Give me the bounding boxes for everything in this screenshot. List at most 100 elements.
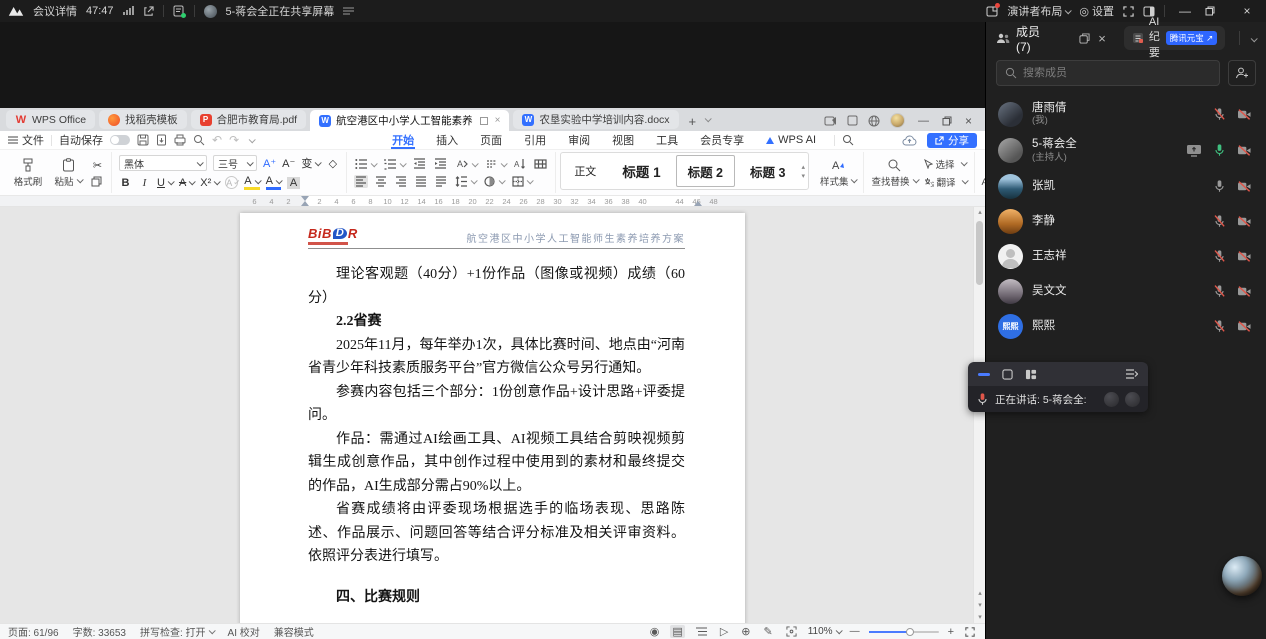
clear-format-button[interactable]: ◇ [326,157,339,170]
fullscreen-view-button[interactable] [963,626,977,637]
mic-idle-icon[interactable] [1213,179,1226,193]
open-external-icon[interactable] [143,5,154,17]
add-member-button[interactable] [1228,60,1256,86]
wps-document-tab-wps-office[interactable]: W WPS Office [6,110,96,129]
wps-document-tab-航空港区中小学人工智能素养[interactable]: W 航空港区中小学人工智能素养 × [310,110,510,131]
reaction-icon[interactable] [1104,391,1119,407]
export-pdf-button[interactable] [156,134,167,146]
style-gallery-item-标题-2[interactable]: 标题 2 [675,155,736,187]
right-indent-marker[interactable] [694,201,702,206]
document-canvas[interactable]: BiB D R 航空港区中小学人工智能师生素养培养方案 理论客观题（40分）+1… [0,207,985,623]
outline-view-button[interactable] [694,627,709,636]
char-scale-button[interactable]: A [454,157,480,171]
align-left-button[interactable] [354,175,369,188]
member-row[interactable]: 唐雨倩 (我) [986,96,1266,132]
mic-muted-icon[interactable] [1213,319,1226,333]
style-gallery-item-正文[interactable]: 正文 [561,153,609,189]
line-spacing-button[interactable] [454,175,479,188]
member-row[interactable]: 张凯 [986,169,1266,204]
print-preview-button[interactable] [193,134,205,146]
member-row[interactable]: 5-蒋会全 (主持人) [986,132,1266,168]
align-center-button[interactable] [374,175,388,188]
read-mode-button[interactable]: ▷ [718,625,730,638]
yuanbao-assistant-ball[interactable] [1222,556,1262,596]
select-button[interactable]: 选择 [923,157,968,171]
page-view-button[interactable]: ▤ [670,625,685,638]
format-painter-button[interactable]: 格式刷 [11,158,45,188]
ai-summary-tab[interactable]: AI纪要 腾讯元宝 ↗ [1123,16,1226,59]
align-right-button[interactable] [394,175,408,188]
fit-page-button[interactable] [784,626,799,637]
styles-gallery-scroll[interactable]: ▴ ▾ [798,153,808,189]
zoom-in-button[interactable]: + [948,626,954,638]
camera-off-icon[interactable] [1237,108,1252,121]
translate-button[interactable]: 文 翻译 [924,175,969,189]
ribbon-menu-tab-页面[interactable]: 页面 [469,131,513,149]
mic-muted-icon[interactable] [1213,284,1226,298]
font-format-button-superscript-button[interactable]: X² [200,177,222,189]
scroll-up-button[interactable]: ▴ [974,207,985,218]
shading-button[interactable] [483,175,507,188]
previous-page-button[interactable]: ▴ [974,588,985,599]
style-gallery-item-标题-1[interactable]: 标题 1 [609,153,673,189]
meeting-minimize-button[interactable]: — [1174,4,1196,18]
bullet-list-button[interactable] [354,157,379,171]
speaker-layout-button[interactable]: 演讲者布局 [1007,3,1073,19]
font-format-button-font-color-button[interactable]: A [265,175,283,190]
panel-menu-button[interactable] [1248,29,1258,47]
font-format-button-bold-button[interactable]: B [119,177,132,189]
globe-icon[interactable] [868,115,880,127]
quick-access-menu-button[interactable] [246,134,256,146]
paste-button[interactable]: 粘贴 [51,157,85,188]
autosave-toggle[interactable] [110,135,130,145]
undo-button[interactable]: ↶ [212,133,222,147]
ribbon-menu-tab-wps-ai[interactable]: WPS AI [755,131,827,149]
show-marks-button[interactable] [533,157,548,171]
close-panel-icon[interactable]: × [1098,31,1106,46]
mic-active-icon[interactable] [1213,143,1226,157]
file-menu-button[interactable]: 文件 [8,132,44,148]
side-panel-toggle-icon[interactable] [1143,6,1155,17]
window-view-button[interactable] [1002,368,1013,380]
ribbon-search-button[interactable] [842,134,854,146]
font-format-button-enclosed-char-button[interactable]: A [225,176,240,189]
members-tab[interactable]: 成员(7) [996,23,1043,54]
ribbon-menu-tab-视图[interactable]: 视图 [601,131,645,149]
member-search-box[interactable] [996,60,1220,86]
tab-restore-icon[interactable] [479,116,488,125]
send-to-desktop-icon[interactable] [824,115,837,127]
wps-document-tab-农垦实验中学培训内容.docx[interactable]: W 农垦实验中学培训内容.docx [513,110,679,129]
find-replace-button[interactable]: 查找替换 [871,158,920,188]
ribbon-menu-tab-会员专享[interactable]: 会员专享 [689,131,755,149]
scroll-down-button[interactable]: ▾ [974,612,985,623]
font-format-button-strikethrough-button[interactable]: A [179,177,197,189]
camera-off-icon[interactable] [1237,215,1252,228]
ribbon-menu-tab-插入[interactable]: 插入 [425,131,469,149]
spellcheck-status[interactable]: 拼写检查: 打开 [140,624,216,639]
member-row[interactable]: 熙熙 熙熙 [986,309,1266,344]
decrease-indent-button[interactable] [412,157,427,171]
search-input[interactable] [1023,67,1211,79]
camera-off-icon[interactable] [1237,144,1252,157]
copy-button[interactable] [91,176,104,187]
document-page[interactable]: BiB D R 航空港区中小学人工智能师生素养培养方案 理论客观题（40分）+1… [240,213,745,623]
scrollbar-thumb[interactable] [976,221,983,285]
ribbon-menu-tab-开始[interactable]: 开始 [381,131,425,149]
font-format-button-highlight-color-button[interactable]: A [244,175,262,190]
ribbon-menu-tab-工具[interactable]: 工具 [645,131,689,149]
numbered-list-button[interactable] [383,157,408,171]
text-effects-button[interactable]: 变 [301,155,323,171]
ribbon-menu-tab-引用[interactable]: 引用 [513,131,557,149]
new-tab-button[interactable]: + [681,114,703,131]
zoom-out-button[interactable]: — [850,626,860,637]
camera-off-icon[interactable] [1237,320,1252,333]
mic-muted-icon[interactable] [1213,107,1226,121]
reading-eye-button[interactable]: ◉ [648,625,662,638]
shrink-font-button[interactable]: A⁻ [282,157,295,170]
web-view-button[interactable]: ⊕ [739,625,752,638]
zoom-level[interactable]: 110% [808,626,843,637]
borders-button[interactable] [511,175,535,188]
grid-view-button[interactable] [1025,369,1037,380]
camera-off-icon[interactable] [1237,180,1252,193]
cut-button[interactable]: ✂ [91,159,104,172]
